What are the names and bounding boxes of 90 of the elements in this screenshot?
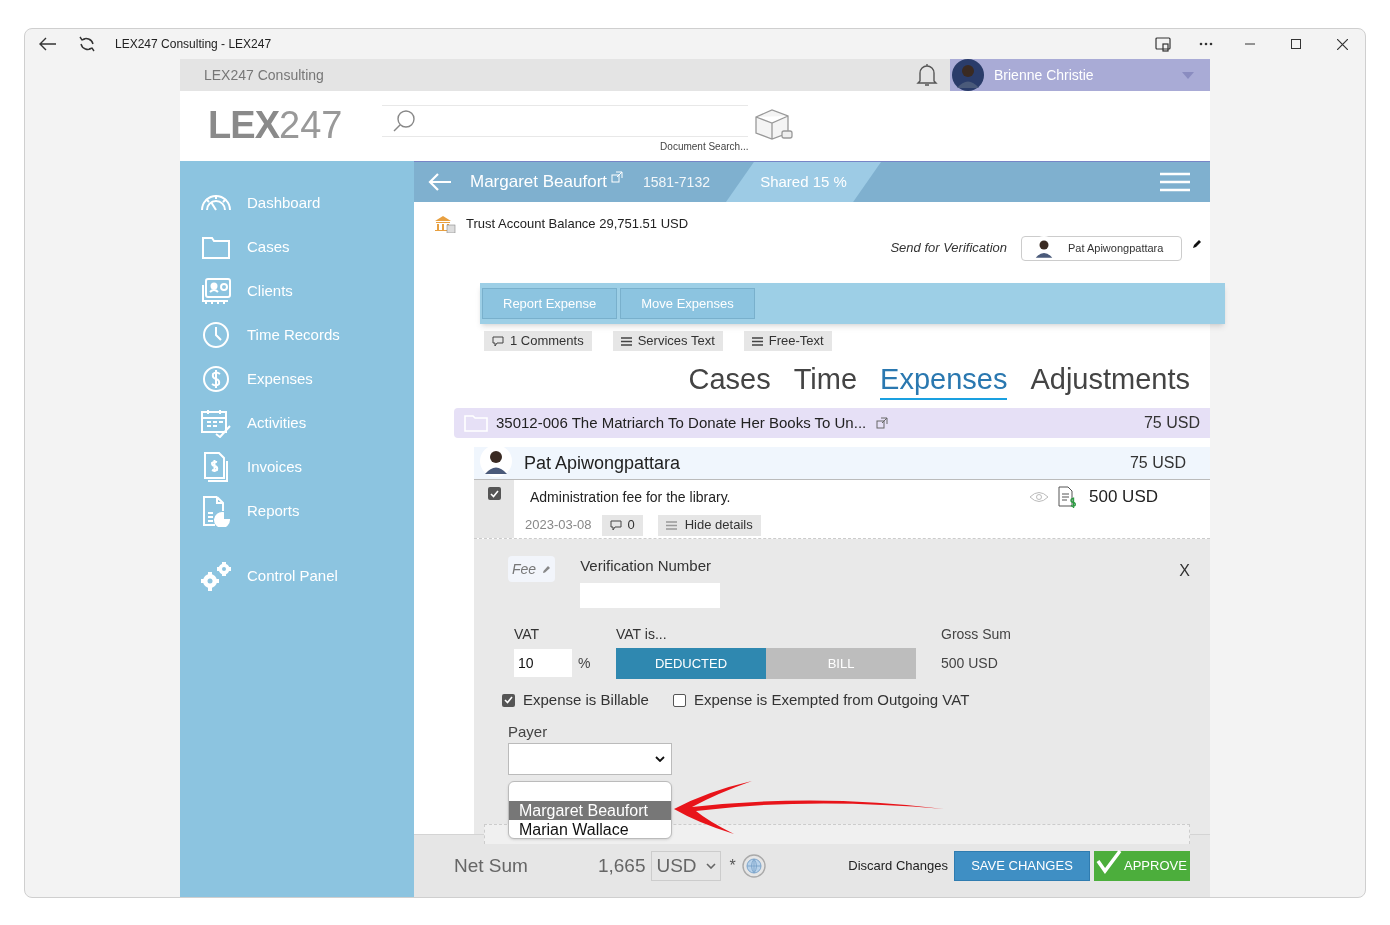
sidebar-icon: [200, 364, 231, 394]
sidebar-icon: [200, 234, 231, 260]
sidebar-icon: [200, 495, 231, 527]
checkbox-label: Expense is Billable: [523, 690, 649, 710]
subtab-button[interactable]: Free-Text: [743, 331, 832, 351]
bank-icon: [434, 215, 456, 233]
approve-button[interactable]: APPROVE: [1094, 851, 1190, 881]
verification-number-label: Verification Number: [580, 556, 713, 576]
sidebar-icon: [201, 451, 230, 483]
shared-badge: Shared 15 %: [726, 162, 881, 202]
close-button[interactable]: X: [1179, 559, 1190, 583]
view-tab[interactable]: Adjustments: [1030, 362, 1190, 400]
net-sum-label: Net Sum: [454, 853, 528, 878]
type-chip[interactable]: Fee: [508, 556, 556, 582]
view-tab[interactable]: Time: [793, 362, 858, 400]
list-icon: [665, 520, 677, 530]
pencil-icon[interactable]: [1192, 239, 1202, 249]
avatar: [1032, 236, 1056, 260]
subtab-button[interactable]: 1 Comments: [484, 331, 592, 351]
list-icon: [620, 336, 632, 346]
invoice-icon[interactable]: [1057, 486, 1077, 508]
discard-changes-link[interactable]: Discard Changes: [848, 856, 948, 876]
bell-icon[interactable]: [916, 63, 938, 87]
checkbox[interactable]: [502, 693, 515, 707]
dropdown-option[interactable]: Marian Wallace: [509, 820, 671, 838]
menu-icon[interactable]: [1160, 172, 1190, 192]
avatar: [480, 445, 512, 477]
expense-checkbox[interactable]: [487, 487, 501, 500]
user-menu[interactable]: Brienne Christie: [950, 59, 1210, 91]
folder-icon: [464, 414, 488, 432]
vat-label: VAT: [514, 625, 541, 644]
gross-label: Gross Sum: [941, 625, 1011, 644]
sidebar-icon: [198, 560, 233, 592]
payer-label: Payer: [508, 722, 548, 742]
dropdown-option[interactable]: Margaret Beaufort: [509, 801, 671, 820]
logo: LEX247: [208, 103, 343, 147]
client-name[interactable]: Margaret Beaufort: [470, 169, 607, 195]
checkbox[interactable]: [672, 693, 686, 707]
comments-button[interactable]: 0: [601, 514, 643, 536]
close-icon[interactable]: [1337, 38, 1348, 50]
vat-unit: %: [578, 653, 591, 673]
hide-details-button[interactable]: Hide details: [657, 514, 761, 536]
vat-input[interactable]: 10: [514, 649, 572, 677]
sidebar-icon: [199, 408, 232, 438]
case-amount: 75 USD: [1143, 413, 1201, 433]
external-link-icon[interactable]: [876, 417, 889, 429]
view-tab[interactable]: Expenses: [880, 362, 1008, 400]
pencil-icon: [542, 564, 552, 574]
search-caption: Document Search...: [660, 140, 749, 154]
comment-icon: [609, 519, 622, 531]
case-row[interactable]: 35012-006 The Matriarch To Donate Her Books To Un... 75 USD: [454, 408, 1210, 438]
comment-icon: [492, 335, 504, 347]
box-icon[interactable]: [752, 107, 795, 141]
vat-mode-label: VAT is...: [616, 625, 668, 644]
save-changes-button[interactable]: SAVE CHANGES: [954, 851, 1090, 881]
org-name: LEX247 Consulting: [204, 65, 324, 85]
list-icon: [751, 336, 763, 346]
avatar: [952, 59, 984, 91]
window-title: LEX247 Consulting - LEX247: [115, 36, 272, 53]
refresh-icon[interactable]: [79, 35, 95, 53]
verification-label: Send for Verification: [890, 239, 1007, 258]
asterisk: *: [729, 856, 736, 876]
subtab-button[interactable]: Services Text: [612, 331, 723, 351]
external-link-icon[interactable]: [611, 171, 623, 183]
person-name: Pat Apiwongpattara: [524, 451, 681, 475]
maximize-icon[interactable]: [1291, 39, 1301, 49]
back-arrow-icon[interactable]: [428, 172, 452, 192]
sidebar-icon: [200, 320, 231, 350]
search-field[interactable]: [382, 105, 749, 137]
expense-date: 2023-03-08: [525, 516, 592, 535]
sidebar-icon: [199, 277, 232, 305]
cast-icon[interactable]: [1155, 36, 1171, 52]
currency-select[interactable]: USD: [651, 851, 722, 881]
person-amount: 75 USD: [1129, 453, 1187, 473]
expense-description: Administration fee for the library.: [530, 487, 731, 507]
caret-icon: [655, 756, 665, 762]
view-tab[interactable]: Cases: [688, 362, 771, 400]
search-icon: [392, 109, 417, 133]
net-sum-value: 1,665: [597, 853, 646, 878]
caret-icon: [706, 863, 717, 869]
expense-amount: 500 USD: [1089, 486, 1158, 509]
vat-mode-toggle[interactable]: DEDUCTED: [616, 648, 766, 679]
client-number: 1581-7132: [643, 172, 710, 192]
verifier-chip[interactable]: Pat Apiwongpattara: [1021, 235, 1182, 261]
checkbox-label: Expense is Exempted from Outgoing VAT: [693, 690, 970, 710]
back-icon[interactable]: [39, 37, 57, 51]
more-icon[interactable]: [1199, 42, 1213, 46]
caret-icon: [1182, 71, 1194, 79]
trust-balance: Trust Account Balance 29,751.51 USD: [466, 215, 689, 234]
gross-value: 500 USD: [941, 654, 999, 673]
